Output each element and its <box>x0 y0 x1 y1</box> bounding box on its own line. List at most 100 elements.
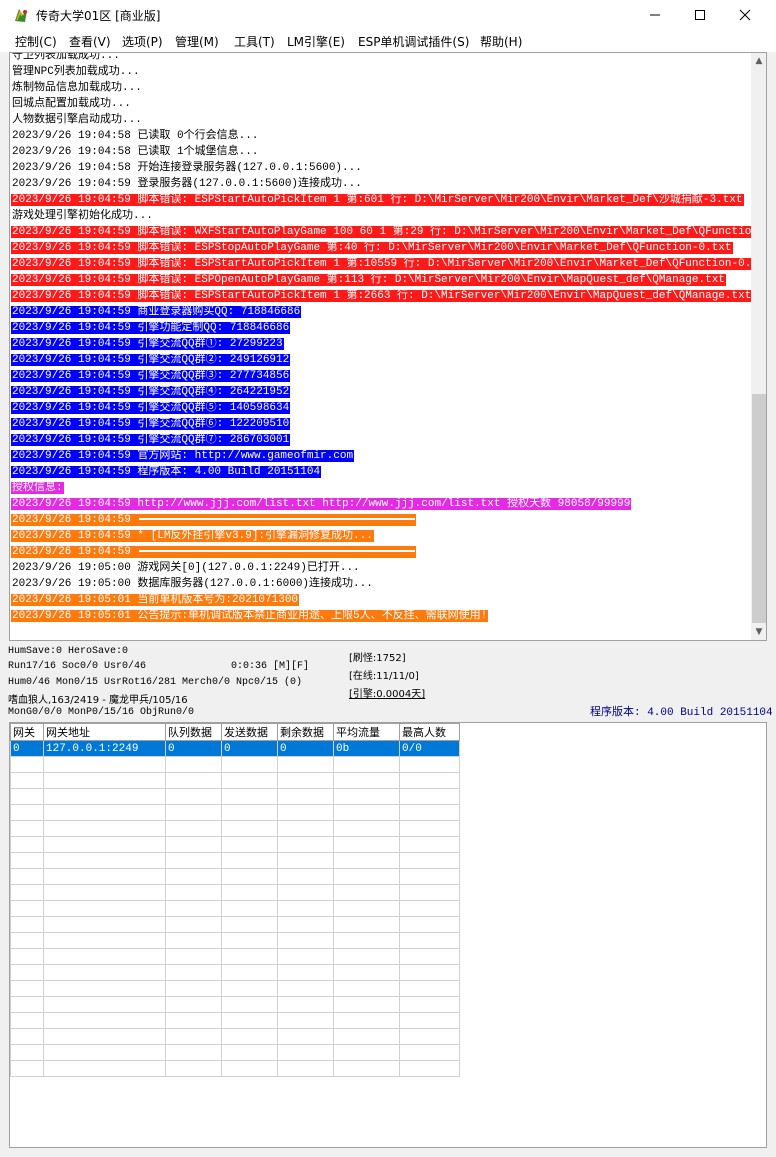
log-panel[interactable]: 守卫列表加载成功... 管理NPC列表加载成功... 炼制物品信息加载成功... 回城… <box>9 52 767 641</box>
status-engine[interactable]: [引擎:0.0004天] <box>349 685 425 700</box>
log-line-text: 2023/9/26 19:04:58 已读取 1个城堡信息... <box>12 146 259 158</box>
table-cell <box>221 900 278 917</box>
table-cell <box>399 948 460 965</box>
table-cell <box>221 820 278 837</box>
empty-table-row[interactable] <box>10 804 460 821</box>
empty-table-row[interactable] <box>10 900 460 917</box>
empty-table-row[interactable] <box>10 788 460 805</box>
menu-lm-engine[interactable]: LM引擎(E) <box>287 33 345 50</box>
table-cell <box>165 948 222 965</box>
column-header-max-users[interactable]: 最高人数 <box>399 723 460 741</box>
close-button[interactable] <box>722 0 768 30</box>
table-cell <box>165 868 222 885</box>
empty-table-row[interactable] <box>10 1044 460 1061</box>
log-line: 2023/9/26 19:04:59 引擎交流QQ群⑦: 286703001 <box>11 432 751 448</box>
empty-table-row[interactable] <box>10 1060 460 1077</box>
log-line-text: 2023/9/26 19:05:01 当前单机版本号为:2021071300 <box>11 594 300 606</box>
log-line: 2023/9/26 19:04:59 引擎交流QQ群⑥: 122209510 <box>11 416 751 432</box>
log-line-text: 2023/9/26 19:04:59 引擎功能定制QQ: 718846686 <box>11 322 291 334</box>
empty-table-row[interactable] <box>10 1028 460 1045</box>
empty-table-row[interactable] <box>10 836 460 853</box>
log-line-text: 2023/9/26 19:04:59 <box>11 546 139 558</box>
empty-table-row[interactable] <box>10 1012 460 1029</box>
table-cell <box>165 964 222 981</box>
gateway-list[interactable]: 网关 网关地址 队列数据 发送数据 剩余数据 平均流量 最高人数 0 127.0… <box>9 722 767 1148</box>
empty-table-row[interactable] <box>10 916 460 933</box>
table-cell <box>221 788 278 805</box>
empty-table-row[interactable] <box>10 820 460 837</box>
table-cell <box>399 964 460 981</box>
column-header-remaining[interactable]: 剩余数据 <box>277 723 334 741</box>
table-cell <box>221 980 278 997</box>
table-cell <box>333 900 400 917</box>
column-header-queue[interactable]: 队列数据 <box>165 723 222 741</box>
menu-tools[interactable]: 工具(T) <box>234 33 275 50</box>
empty-table-row[interactable] <box>10 964 460 981</box>
table-cell <box>43 900 166 917</box>
gateway-table: 网关 网关地址 队列数据 发送数据 剩余数据 平均流量 最高人数 0 127.0… <box>10 723 460 1077</box>
table-cell <box>10 756 44 773</box>
table-cell <box>43 852 166 869</box>
status-hum: Hum0/46 Mon0/15 UsrRot16/281 Merch0/0 Np… <box>8 677 303 688</box>
log-line: 2023/9/26 19:04:59 引擎功能定制QQ: 718846686 <box>11 320 751 336</box>
table-cell <box>10 788 44 805</box>
empty-table-row[interactable] <box>10 980 460 997</box>
log-line: 2023/9/26 19:04:59 脚本错误: ESPStopAutoPlay… <box>11 240 751 256</box>
table-cell <box>333 772 400 789</box>
scroll-down-arrow-icon[interactable]: ▼ <box>751 624 766 640</box>
table-cell <box>221 884 278 901</box>
status-save: HumSave:0 HeroSave:0 <box>8 646 129 657</box>
table-cell <box>277 1012 334 1029</box>
column-header-sent[interactable]: 发送数据 <box>221 723 278 741</box>
table-cell: 0 <box>10 740 44 757</box>
table-cell <box>10 916 44 933</box>
log-line: 回城点配置加载成功... <box>11 96 751 112</box>
empty-table-row[interactable] <box>10 852 460 869</box>
menu-manage[interactable]: 管理(M) <box>175 33 219 50</box>
status-online: [在线:11/11/0] <box>349 671 419 682</box>
table-cell <box>277 868 334 885</box>
table-cell <box>165 1044 222 1061</box>
table-cell <box>165 1060 222 1077</box>
table-cell <box>399 1060 460 1077</box>
table-cell <box>10 1012 44 1029</box>
menu-view[interactable]: 查看(V) <box>69 33 111 50</box>
close-icon <box>739 9 751 21</box>
separator-line <box>138 546 417 558</box>
gateway-table-body: 0 127.0.0.1:2249 0 0 0 0b 0/0 <box>10 740 460 1077</box>
table-cell <box>221 756 278 773</box>
status-monster: 嗜血狼人,163/2419 - 魔龙甲兵/105/16 <box>8 695 188 706</box>
maximize-button[interactable] <box>677 0 723 30</box>
column-header-avg-traffic[interactable]: 平均流量 <box>333 723 400 741</box>
table-cell <box>10 948 44 965</box>
table-cell <box>399 900 460 917</box>
menu-help[interactable]: 帮助(H) <box>480 33 522 50</box>
empty-table-row[interactable] <box>10 868 460 885</box>
empty-table-row[interactable] <box>10 948 460 965</box>
table-cell <box>399 868 460 885</box>
column-header-address[interactable]: 网关地址 <box>43 723 166 741</box>
table-cell <box>277 964 334 981</box>
menu-control[interactable]: 控制(C) <box>15 33 57 50</box>
empty-table-row[interactable] <box>10 932 460 949</box>
log-line-text: 2023/9/26 19:04:59 引擎交流QQ群②: 249126912 <box>11 354 291 366</box>
table-cell <box>43 980 166 997</box>
empty-table-row[interactable] <box>10 772 460 789</box>
minimize-button[interactable] <box>632 0 678 30</box>
log-line: 2023/9/26 19:04:59 <box>11 544 751 560</box>
empty-table-row[interactable] <box>10 884 460 901</box>
scroll-up-arrow-icon[interactable]: ▲ <box>751 53 766 69</box>
table-cell <box>221 804 278 821</box>
menu-esp-plugin[interactable]: ESP单机调试插件(S) <box>358 33 469 50</box>
empty-table-row[interactable] <box>10 756 460 773</box>
log-scrollbar[interactable]: ▲ ▼ <box>751 53 766 640</box>
title-bar[interactable]: 传奇大学01区 [商业版] <box>0 0 776 30</box>
column-header-gateway[interactable]: 网关 <box>10 723 44 741</box>
table-row[interactable]: 0 127.0.0.1:2249 0 0 0 0b 0/0 <box>10 740 460 757</box>
menu-options[interactable]: 选项(P) <box>122 33 163 50</box>
scroll-thumb[interactable] <box>752 394 766 623</box>
log-line-text: 2023/9/26 19:04:59 引擎交流QQ群⑦: 286703001 <box>11 434 291 446</box>
empty-table-row[interactable] <box>10 996 460 1013</box>
log-line-text: 管理NPC列表加载成功... <box>12 66 140 78</box>
table-cell: 0 <box>165 740 222 757</box>
